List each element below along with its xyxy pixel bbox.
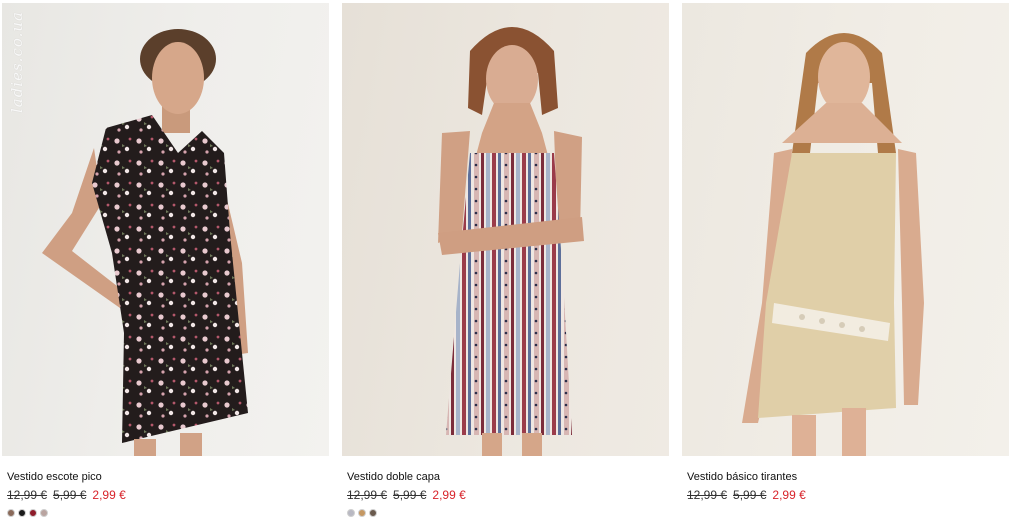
product-card: ladies.co.ua Vestido escote pico 12,99 €… bbox=[2, 3, 329, 517]
previous-price: 5,99 € bbox=[53, 488, 87, 502]
sale-price: 2,99 € bbox=[432, 488, 466, 502]
product-image[interactable] bbox=[682, 3, 1009, 456]
product-name[interactable]: Vestido básico tirantes bbox=[687, 470, 1009, 484]
product-prices: 12,99 € 5,99 € 2,99 € bbox=[347, 488, 669, 502]
product-name[interactable]: Vestido doble capa bbox=[347, 470, 669, 484]
original-price: 12,99 € bbox=[347, 488, 388, 502]
product-prices: 12,99 € 5,99 € 2,99 € bbox=[7, 488, 329, 502]
product-grid: ladies.co.ua Vestido escote pico 12,99 €… bbox=[0, 0, 1012, 517]
sale-price: 2,99 € bbox=[772, 488, 806, 502]
original-price: 12,99 € bbox=[687, 488, 728, 502]
watermark: ladies.co.ua bbox=[8, 11, 26, 114]
original-price: 12,99 € bbox=[7, 488, 48, 502]
sale-price: 2,99 € bbox=[92, 488, 126, 502]
product-card: Vestido doble capa 12,99 € 5,99 € 2,99 € bbox=[342, 3, 669, 517]
previous-price: 5,99 € bbox=[393, 488, 427, 502]
product-image[interactable]: ladies.co.ua bbox=[2, 3, 329, 456]
previous-price: 5,99 € bbox=[733, 488, 767, 502]
product-prices: 12,99 € 5,99 € 2,99 € bbox=[687, 488, 1009, 502]
product-card: Vestido básico tirantes 12,99 € 5,99 € 2,9… bbox=[682, 3, 1009, 502]
product-image[interactable] bbox=[342, 3, 669, 456]
product-name[interactable]: Vestido escote pico bbox=[7, 470, 329, 484]
